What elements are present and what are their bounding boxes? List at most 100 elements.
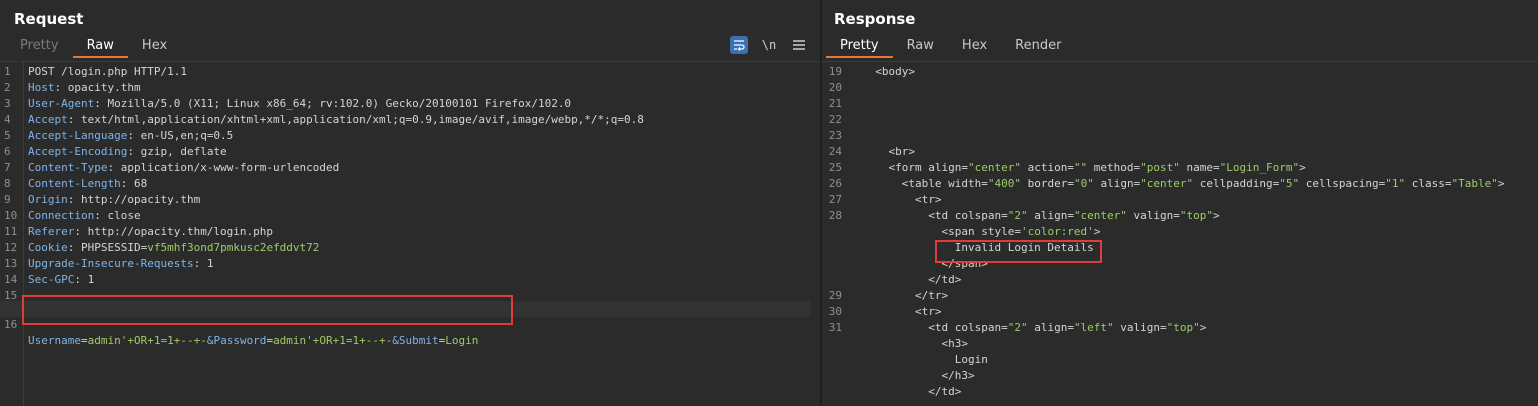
request-line-content: Sec-GPC: 1 — [28, 273, 95, 286]
request-line[interactable]: 6 Accept-Encoding: gzip, deflate — [0, 144, 820, 160]
response-line-content: </tr> — [862, 289, 949, 302]
request-line[interactable]: 2 Host: opacity.thm — [0, 80, 820, 96]
response-line[interactable]: 28 <td colspan="2" align="center" valign… — [822, 208, 1538, 224]
line-number: 11 — [4, 225, 18, 238]
request-line[interactable]: 4 Accept: text/html,application/xhtml+xml… — [0, 112, 820, 128]
response-line-content: </h3> — [862, 369, 975, 382]
response-line[interactable]: 25 <form align="center" action="" method… — [822, 160, 1538, 176]
response-line[interactable]: 24 <br> — [822, 144, 1538, 160]
tab-raw[interactable]: Raw — [893, 36, 948, 58]
request-line-content: Accept-Language: en-US,en;q=0.5 — [28, 129, 234, 142]
tab-pretty[interactable]: Pretty — [826, 36, 893, 58]
response-line-content: </td> — [862, 273, 962, 286]
tab-render[interactable]: Render — [1001, 36, 1075, 58]
response-line[interactable]: 29 </tr> — [822, 288, 1538, 304]
request-tabs: Pretty Raw Hex — [6, 36, 181, 58]
response-line[interactable]: </h3> — [822, 368, 1538, 384]
response-line-content: Invalid Login Details — [862, 241, 1094, 254]
tab-pretty[interactable]: Pretty — [6, 36, 73, 58]
response-line[interactable]: <span style='color:red'> — [822, 224, 1538, 240]
line-number: 7 — [4, 161, 11, 174]
request-line[interactable]: 12 Cookie: PHPSESSID=vf5mhf3ond7pmkusc2ef… — [0, 240, 820, 256]
request-line[interactable]: 9 Origin: http://opacity.thm — [0, 192, 820, 208]
response-tabs: Pretty Raw Hex Render — [826, 36, 1075, 58]
response-line[interactable]: 21 — [822, 96, 1538, 112]
response-line-content: </td> — [862, 385, 962, 398]
line-number: 22 — [828, 113, 842, 126]
response-line[interactable]: </td> — [822, 384, 1538, 400]
line-number: 21 — [828, 97, 842, 110]
response-line[interactable]: <h3> — [822, 336, 1538, 352]
request-line-content: User-Agent: Mozilla/5.0 (X11; Linux x86_… — [28, 97, 572, 110]
line-number: 5 — [4, 129, 11, 142]
param-username-key: Username — [28, 334, 81, 347]
response-editor[interactable]: 19 <body> 20 21 22 23 24 <br> 25 <form align="… — [822, 61, 1538, 406]
request-line-content: Cookie: PHPSESSID=vf5mhf3ond7pmkusc2efdd… — [28, 241, 320, 254]
param-password-key: &Password — [206, 334, 267, 347]
response-line-content: <table width="400" border="0" align="cen… — [862, 177, 1505, 190]
response-line[interactable]: 23 — [822, 128, 1538, 144]
request-line-content: Accept: text/html,application/xhtml+xml,… — [28, 113, 644, 126]
request-editor[interactable]: 1 POST /login.php HTTP/1.1 2 Host: opacity.… — [0, 61, 820, 406]
request-line-content: Accept-Encoding: gzip, deflate — [28, 145, 227, 158]
response-line[interactable]: 19 <body> — [822, 64, 1538, 80]
line-number: 26 — [828, 177, 842, 190]
request-line-content: Host: opacity.thm — [28, 81, 141, 94]
newline-toggle[interactable]: \n — [760, 36, 778, 54]
param-username-value: admin'+OR+1=1+--+- — [87, 334, 207, 347]
response-line-content: <body> — [862, 65, 915, 78]
request-line[interactable]: 7 Content-Type: application/x-www-form-ur… — [0, 160, 820, 176]
line-number: 9 — [4, 193, 11, 206]
line-number: 2 — [4, 81, 11, 94]
line-number: 27 — [828, 193, 842, 206]
request-pane: Request Pretty Raw Hex \n 1 POST /login.p… — [0, 0, 820, 406]
response-line-content: </span> — [862, 257, 988, 270]
request-line[interactable]: 5 Accept-Language: en-US,en;q=0.5 — [0, 128, 820, 144]
menu-icon[interactable] — [790, 36, 808, 54]
request-line-content: Content-Type: application/x-www-form-url… — [28, 161, 340, 174]
tab-hex[interactable]: Hex — [948, 36, 1001, 58]
request-line-content: Connection: close — [28, 209, 141, 222]
response-line[interactable]: </td> — [822, 272, 1538, 288]
line-number: 8 — [4, 177, 11, 190]
response-line[interactable]: 26 <table width="400" border="0" align="… — [822, 176, 1538, 192]
request-line[interactable]: 1 POST /login.php HTTP/1.1 — [0, 64, 820, 80]
response-line[interactable]: </span> — [822, 256, 1538, 272]
response-line-content: <td colspan="2" align="left" valign="top… — [862, 321, 1207, 334]
line-number: 4 — [4, 113, 11, 126]
param-submit-key: &Submit — [392, 334, 439, 347]
response-line[interactable]: 27 <tr> — [822, 192, 1538, 208]
line-number: 30 — [828, 305, 842, 318]
param-password-value: admin'+OR+1=1+--+- — [273, 334, 393, 347]
response-line[interactable]: 31 <td colspan="2" align="left" valign="… — [822, 320, 1538, 336]
request-line[interactable]: 3 User-Agent: Mozilla/5.0 (X11; Linux x86… — [0, 96, 820, 112]
line-number: 29 — [828, 289, 842, 302]
line-number: 1 — [4, 65, 11, 78]
response-line[interactable]: Invalid Login Details — [822, 240, 1538, 256]
param-submit-value: Login — [445, 334, 479, 347]
request-body-line[interactable]: 16 Username=admin'+OR+1=1+--+-&Password=… — [0, 301, 810, 347]
request-line[interactable]: 14 Sec-GPC: 1 — [0, 272, 820, 288]
line-number: 25 — [828, 161, 842, 174]
response-line[interactable]: 22 — [822, 112, 1538, 128]
request-line[interactable]: 10 Connection: close — [0, 208, 820, 224]
request-line[interactable]: 8 Content-Length: 68 — [0, 176, 820, 192]
line-number: 24 — [828, 145, 842, 158]
wrap-lines-icon[interactable] — [730, 36, 748, 54]
request-line[interactable]: 13 Upgrade-Insecure-Requests: 1 — [0, 256, 820, 272]
response-line[interactable]: Login — [822, 352, 1538, 368]
tab-hex[interactable]: Hex — [128, 36, 181, 58]
request-toolbar: \n — [730, 36, 808, 54]
response-line-content: <span style='color:red'> — [862, 225, 1101, 238]
response-pane: Response Pretty Raw Hex Render 19 <body>… — [822, 0, 1538, 406]
response-line-content: <h3> — [862, 337, 968, 350]
request-line[interactable]: 11 Referer: http://opacity.thm/login.php — [0, 224, 820, 240]
response-title: Response — [834, 10, 916, 28]
request-title: Request — [14, 10, 84, 28]
response-line-content: <br> — [862, 145, 915, 158]
response-line-content: <form align="center" action="" method="p… — [862, 161, 1306, 174]
request-line-content: Content-Length: 68 — [28, 177, 148, 190]
tab-raw[interactable]: Raw — [72, 36, 128, 58]
response-line[interactable]: 20 — [822, 80, 1538, 96]
response-line[interactable]: 30 <tr> — [822, 304, 1538, 320]
